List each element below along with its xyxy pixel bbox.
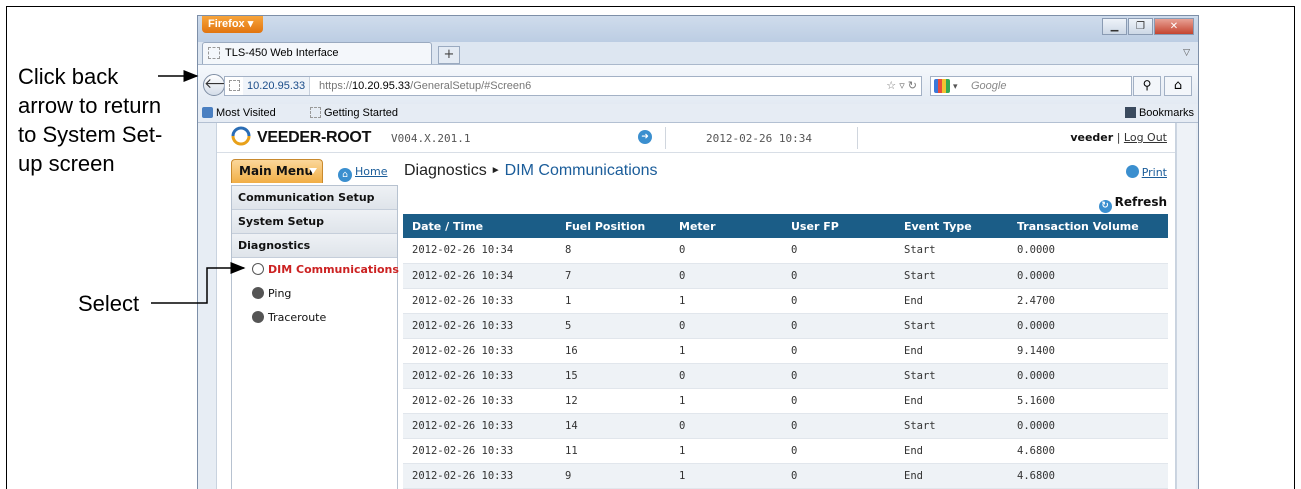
annotation-arrows <box>151 70 246 304</box>
select-annotation-arrow <box>151 262 246 304</box>
